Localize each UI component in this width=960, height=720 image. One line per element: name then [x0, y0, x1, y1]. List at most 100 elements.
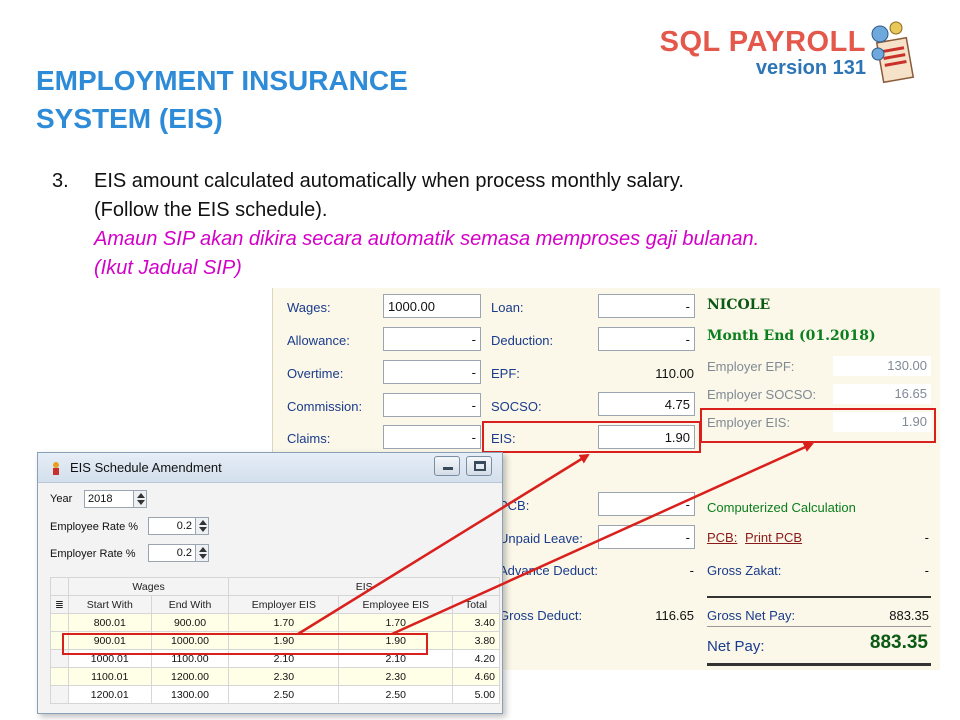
gross-zakat-label: Gross Zakat:	[707, 563, 782, 578]
column-header-employer-eis[interactable]: Employer EIS	[228, 595, 340, 614]
epf-label: EPF:	[491, 366, 520, 381]
advance-deduct-label: Advance Deduct:	[499, 563, 599, 578]
net-pay-label: Net Pay:	[707, 638, 765, 655]
employer-rate-spinner-icon[interactable]	[195, 544, 209, 562]
gross-deduct-label: Gross Deduct:	[499, 608, 583, 623]
slide-title-line1: EMPLOYMENT INSURANCE	[36, 65, 408, 96]
cell-start: 1200.01	[67, 685, 152, 704]
slide-title-line2: SYSTEM (EIS)	[36, 103, 223, 134]
pcb-label: PCB:	[499, 498, 530, 513]
cell-end: 900.00	[150, 613, 230, 632]
loan-input[interactable]: -	[598, 294, 695, 318]
cell-total: 3.40	[452, 613, 500, 632]
gross-deduct-value: 116.65	[655, 608, 694, 623]
computerized-calculation-label: Computerized Calculation	[707, 500, 856, 515]
column-chooser-icon[interactable]: ≣	[50, 595, 69, 614]
payroll-document-icon	[871, 21, 915, 84]
column-header-start[interactable]: Start With	[67, 595, 152, 614]
employee-rate-input[interactable]: 0.2	[148, 517, 196, 535]
row-indicator	[50, 685, 69, 704]
advance-deduct-value: -	[689, 563, 694, 578]
app-icon	[53, 461, 59, 475]
cell-total: 4.20	[452, 649, 500, 668]
divider	[707, 626, 931, 627]
wages-input[interactable]: 1000.00	[383, 294, 481, 318]
brand-title: SQL PAYROLL	[659, 26, 866, 58]
cell-end: 1300.00	[150, 685, 230, 704]
cell-employer-eis: 1.70	[228, 613, 340, 632]
overtime-input[interactable]: -	[383, 360, 481, 384]
employee-rate-spinner-icon[interactable]	[195, 517, 209, 535]
year-input[interactable]: 2018	[84, 490, 134, 508]
year-label: Year	[50, 493, 73, 505]
cell-start: 800.01	[67, 613, 152, 632]
print-pcb-link[interactable]: Print PCB	[745, 530, 802, 545]
allowance-input[interactable]: -	[383, 327, 481, 351]
employer-socso-label: Employer SOCSO:	[707, 387, 817, 402]
employer-epf-value: 130.00	[833, 356, 931, 376]
point-line2: (Follow the EIS schedule).	[94, 199, 328, 221]
claims-input[interactable]: -	[383, 425, 481, 449]
minimize-button[interactable]	[434, 456, 460, 476]
wages-label: Wages:	[287, 300, 331, 315]
column-header-employee-eis[interactable]: Employee EIS	[338, 595, 454, 614]
cell-employer-eis: 2.30	[228, 667, 340, 686]
employee-name: NICOLE	[707, 297, 771, 313]
cell-total: 4.60	[452, 667, 500, 686]
cell-end: 1200.00	[150, 667, 230, 686]
point-malay-line1: Amaun SIP akan dikira secara automatik s…	[94, 228, 760, 250]
column-header-end[interactable]: End With	[150, 595, 230, 614]
cell-employee-eis: 2.30	[338, 667, 454, 686]
socso-label: SOCSO:	[491, 399, 542, 414]
point-malay-line2: (Ikut Jadual SIP)	[94, 257, 242, 279]
eis-group-header: EIS	[228, 577, 500, 596]
gross-zakat-value: -	[924, 563, 929, 578]
commission-input[interactable]: -	[383, 393, 481, 417]
unpaid-leave-input[interactable]: -	[598, 525, 695, 549]
pcb-input[interactable]: -	[598, 492, 695, 516]
dialog-titlebar[interactable]: EIS Schedule Amendment	[38, 453, 502, 483]
employer-eis-highlight-box	[700, 408, 936, 443]
header-indicator	[50, 577, 69, 596]
socso-input[interactable]: 4.75	[598, 392, 695, 416]
cell-total: 5.00	[452, 685, 500, 704]
dialog-title: EIS Schedule Amendment	[70, 460, 222, 475]
pcb-link[interactable]: PCB:	[707, 530, 737, 545]
unpaid-leave-label: Unpaid Leave:	[499, 531, 583, 546]
gross-net-pay-value: 883.35	[889, 608, 929, 623]
employee-rate-label: Employee Rate %	[50, 521, 139, 533]
brand-version: version 131	[755, 57, 866, 79]
maximize-icon	[474, 461, 486, 471]
table-row[interactable]: 1200.01 1300.00 2.50 2.50 5.00	[50, 685, 500, 704]
row-indicator	[50, 613, 69, 632]
net-pay-value: 883.35	[869, 632, 928, 653]
table-row[interactable]: 1100.01 1200.00 2.30 2.30 4.60	[50, 667, 500, 686]
employer-epf-label: Employer EPF:	[707, 359, 795, 374]
maximize-button[interactable]	[466, 456, 492, 476]
row-indicator	[50, 667, 69, 686]
cell-employee-eis: 2.50	[338, 685, 454, 704]
eis-highlight-box	[482, 421, 701, 453]
loan-label: Loan:	[491, 300, 524, 315]
gross-net-pay-label: Gross Net Pay:	[707, 608, 796, 623]
payroll-period: Month End (01.2018)	[707, 328, 876, 344]
cell-employer-eis: 2.50	[228, 685, 340, 704]
schedule-row-highlight-box	[62, 633, 428, 655]
point-number: 3.	[52, 170, 69, 192]
allowance-label: Allowance:	[287, 333, 350, 348]
slide-title: EMPLOYMENT INSURANCE SYSTEM (EIS)	[36, 62, 536, 138]
commission-label: Commission:	[287, 399, 363, 414]
year-spinner-icon[interactable]	[133, 490, 147, 508]
cell-start: 1100.01	[67, 667, 152, 686]
pcb-right-value: -	[924, 530, 929, 545]
eis-schedule-dialog: EIS Schedule Amendment Year 2018 Employe…	[37, 452, 503, 714]
cell-total: 3.80	[452, 631, 500, 650]
divider	[707, 663, 931, 666]
minimize-icon	[443, 467, 453, 470]
deduction-input[interactable]: -	[598, 327, 695, 351]
employer-socso-value: 16.65	[833, 384, 931, 404]
table-row[interactable]: 800.01 900.00 1.70 1.70 3.40	[50, 613, 500, 632]
cell-employee-eis: 1.70	[338, 613, 454, 632]
employer-rate-input[interactable]: 0.2	[148, 544, 196, 562]
column-header-total[interactable]: Total	[452, 595, 500, 614]
